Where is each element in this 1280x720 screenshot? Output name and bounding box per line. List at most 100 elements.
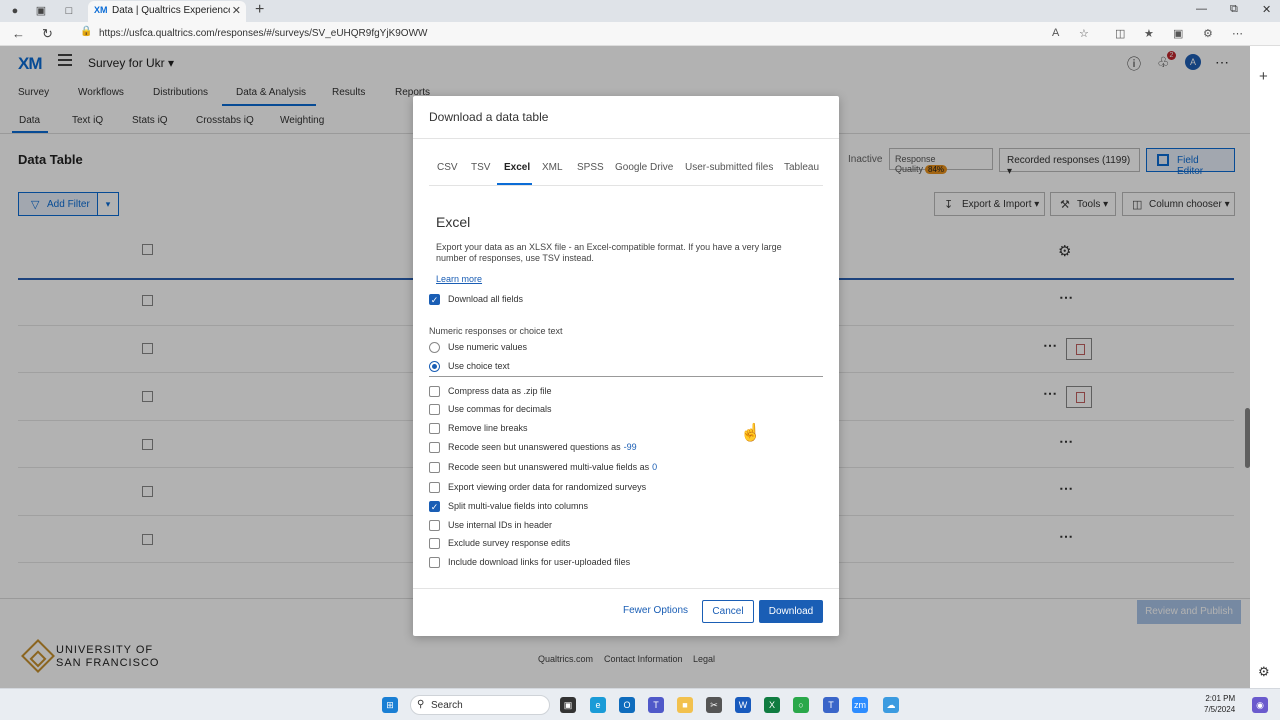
option-label: Use internal IDs in header (448, 520, 553, 530)
clock-date: 7/5/2024 (1204, 705, 1236, 714)
teams-icon[interactable]: T (648, 697, 664, 713)
option-checkbox[interactable] (429, 482, 440, 493)
tab-tableau[interactable]: Tableau (784, 162, 819, 173)
outlook-icon[interactable]: O (619, 697, 635, 713)
format-tabs: CSV TSV Excel XML SPSS Google Drive User… (429, 154, 823, 186)
option-label: Use commas for decimals (448, 404, 552, 414)
option-checkbox[interactable] (429, 386, 440, 397)
option-label: Remove line breaks (448, 423, 528, 433)
collections-icon[interactable]: ▣ (1173, 27, 1183, 40)
restore-icon[interactable]: ⧉ (1230, 3, 1238, 16)
dialog-header-divider (413, 138, 839, 139)
hand-cursor-icon: ☝ (740, 423, 762, 442)
browser-tab[interactable]: XM Data | Qualtrics Experience Mana ✕ (88, 1, 246, 22)
option-label-with-value: Recode seen but unanswered questions as -… (448, 442, 637, 452)
recode-value-input[interactable]: 0 (652, 462, 657, 472)
tab-actions-icon[interactable]: □ (62, 4, 76, 18)
tab-active-indicator (497, 183, 532, 185)
minimize-icon[interactable]: — (1196, 3, 1207, 15)
option-checkbox[interactable] (429, 557, 440, 568)
settings-gear-icon[interactable]: ⚙ (1258, 664, 1270, 680)
option-checkbox[interactable] (429, 520, 440, 531)
choice-text-label: Use choice text (448, 361, 510, 371)
workspaces-icon[interactable]: ▣ (34, 4, 48, 18)
chrome-icon[interactable]: ○ (793, 697, 809, 713)
edge-icon[interactable]: e (590, 697, 606, 713)
section-title: Excel (436, 214, 471, 230)
teams-classic-icon[interactable]: T (823, 697, 839, 713)
download-all-fields-checkbox[interactable]: ✓ (429, 294, 440, 305)
tab-spss[interactable]: SPSS (577, 162, 604, 173)
split-screen-icon[interactable]: ◫ (1115, 27, 1125, 40)
read-aloud-icon[interactable]: A (1052, 27, 1059, 39)
zoom-icon[interactable]: zm (852, 697, 868, 713)
option-checkbox[interactable] (429, 404, 440, 415)
snipping-tool-icon[interactable]: ✂ (706, 697, 722, 713)
tab-csv[interactable]: CSV (437, 162, 458, 173)
tab-xml[interactable]: XML (542, 162, 563, 173)
favorites-icon[interactable]: ★ (1144, 27, 1154, 40)
address-bar: ← ↻ 🔒 https://usfca.qualtrics.com/respon… (0, 22, 1280, 46)
cancel-button[interactable]: Cancel (702, 600, 754, 623)
close-window-icon[interactable]: ✕ (1262, 3, 1271, 16)
option-label: Export viewing order data for randomized… (448, 482, 647, 492)
back-icon[interactable]: ← (12, 26, 25, 41)
new-tab-icon[interactable]: + (255, 1, 264, 19)
option-label: Split multi-value fields into columns (448, 501, 589, 511)
dialog-body[interactable]: Excel Export your data as an XLSX file -… (413, 192, 839, 588)
windows-start-icon[interactable]: ⊞ (382, 697, 398, 713)
option-checkbox[interactable] (429, 442, 440, 453)
section-description: Export your data as an XLSX file - an Ex… (436, 242, 782, 263)
dialog-footer-divider (413, 588, 839, 589)
close-icon[interactable]: ✕ (232, 4, 241, 17)
taskbar-search[interactable]: ⚲ Search (410, 695, 550, 715)
learn-more-link[interactable]: Learn more (436, 274, 482, 284)
lock-icon: 🔒 (80, 26, 93, 37)
profile-icon[interactable]: ● (8, 4, 22, 18)
download-button[interactable]: Download (759, 600, 823, 623)
copilot-icon[interactable]: ◉ (1252, 697, 1268, 713)
tab-title: Data | Qualtrics Experience Mana (112, 5, 230, 16)
add-icon[interactable]: + (1259, 68, 1268, 85)
favorite-star-icon[interactable]: ☆ (1079, 27, 1089, 40)
numeric-values-label: Use numeric values (448, 342, 528, 352)
taskbar: ⊞ ⚲ Search ▣ e O T ■ ✂ W X ○ T zm ☁ 2:01… (0, 688, 1280, 720)
options-divider (429, 376, 823, 377)
clock-time: 2:01 PM (1205, 694, 1236, 703)
option-label: Compress data as .zip file (448, 386, 552, 396)
url-text: https://usfca.qualtrics.com/responses/#/… (99, 28, 428, 39)
option-label-with-value: Recode seen but unanswered multi-value f… (448, 462, 657, 472)
option-label: Exclude survey response edits (448, 538, 571, 548)
numeric-values-radio[interactable] (429, 342, 440, 353)
url-field[interactable]: 🔒 https://usfca.qualtrics.com/responses/… (72, 25, 1102, 43)
choice-text-radio[interactable] (429, 361, 440, 372)
tab-excel[interactable]: Excel (504, 162, 530, 173)
option-checkbox[interactable]: ✓ (429, 501, 440, 512)
tab-favicon: XM (94, 5, 108, 15)
option-checkbox[interactable] (429, 538, 440, 549)
tab-google-drive[interactable]: Google Drive (615, 162, 673, 173)
taskbar-clock[interactable]: 2:01 PM 7/5/2024 (1204, 693, 1235, 715)
option-checkbox[interactable] (429, 462, 440, 473)
recode-value-input[interactable]: -99 (624, 442, 637, 452)
option-label: Recode seen but unanswered multi-value f… (448, 462, 650, 472)
tab-tsv[interactable]: TSV (471, 162, 490, 173)
taskbar-search-label: Search (431, 700, 463, 711)
refresh-icon[interactable]: ↻ (42, 26, 53, 42)
right-sidebar: + ⚙ (1250, 46, 1280, 688)
extensions-icon[interactable]: ⚙ (1203, 27, 1213, 40)
browser-tab-strip: ● ▣ □ XM Data | Qualtrics Experience Man… (0, 0, 1280, 22)
more-icon[interactable]: ⋯ (1232, 27, 1243, 40)
weather-icon[interactable]: ☁ (883, 697, 899, 713)
download-data-table-dialog: Download a data table CSV TSV Excel XML … (413, 96, 839, 636)
search-icon: ⚲ (417, 699, 425, 710)
option-label: Include download links for user-uploaded… (448, 557, 631, 567)
file-explorer-icon[interactable]: ■ (677, 697, 693, 713)
task-view-icon[interactable]: ▣ (560, 697, 576, 713)
word-icon[interactable]: W (735, 697, 751, 713)
fewer-options-link[interactable]: Fewer Options (623, 605, 688, 616)
tab-user-submitted-files[interactable]: User-submitted files (685, 162, 773, 173)
excel-icon[interactable]: X (764, 697, 780, 713)
option-checkbox[interactable] (429, 423, 440, 434)
download-all-fields-label: Download all fields (448, 294, 524, 304)
